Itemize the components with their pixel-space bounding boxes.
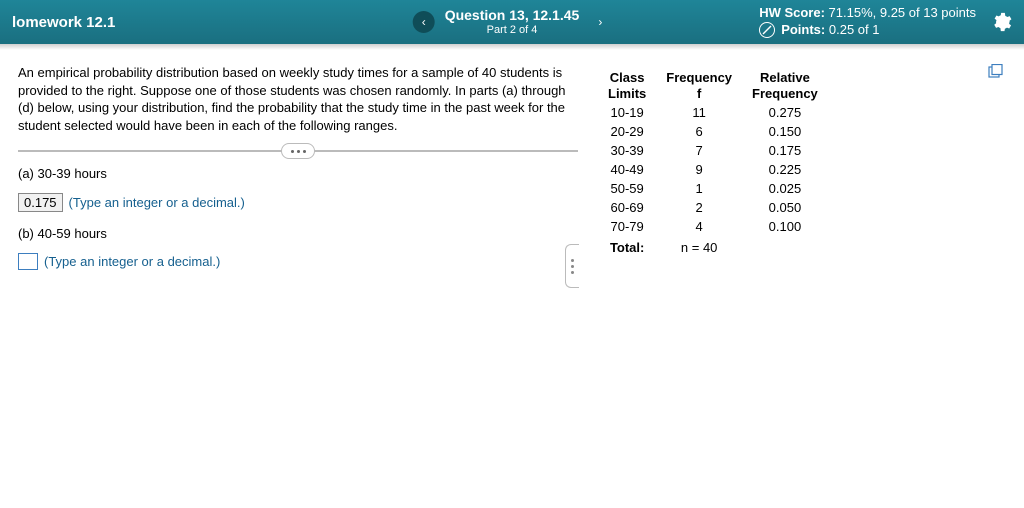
expand-handle[interactable] <box>565 244 579 288</box>
prev-question-button[interactable]: ‹ <box>413 11 435 33</box>
homework-title: lomework 12.1 <box>12 14 115 31</box>
question-header: lomework 12.1 ‹ Question 13, 12.1.45 Par… <box>0 0 1024 44</box>
left-pane: An empirical probability distribution ba… <box>18 64 578 284</box>
next-question-button[interactable]: › <box>589 11 611 33</box>
partial-credit-icon <box>759 22 775 38</box>
table-row: 50-5910.025 <box>598 179 828 198</box>
question-part: Part 2 of 4 <box>445 24 580 37</box>
table-row: 30-3970.175 <box>598 141 828 160</box>
table-row: 10-19110.275 <box>598 103 828 122</box>
hw-score: HW Score: 71.15%, 9.25 of 13 points <box>759 5 976 22</box>
part-a-answer-row: 0.175 (Type an integer or a decimal.) <box>18 193 578 212</box>
question-number: Question 13, 12.1.45 <box>445 7 580 24</box>
part-a-hint: (Type an integer or a decimal.) <box>69 195 245 210</box>
section-divider <box>18 150 578 152</box>
more-options-button[interactable] <box>281 143 315 159</box>
table-row: 20-2960.150 <box>598 122 828 141</box>
table-total-row: Total:n = 40 <box>598 236 828 257</box>
part-a-answer: 0.175 <box>18 193 63 212</box>
table-row: 40-4990.225 <box>598 160 828 179</box>
right-pane: ClassLimits Frequencyf RelativeFrequency… <box>598 64 1006 284</box>
score-block: HW Score: 71.15%, 9.25 of 13 points Poin… <box>759 5 1012 39</box>
table-row: 60-6920.050 <box>598 198 828 217</box>
copy-table-icon[interactable] <box>988 64 1004 78</box>
points-score: Points: 0.25 of 1 <box>759 22 976 39</box>
part-b-answer-row: (Type an integer or a decimal.) <box>18 253 578 270</box>
problem-statement: An empirical probability distribution ba… <box>18 64 578 134</box>
frequency-table: ClassLimits Frequencyf RelativeFrequency… <box>598 68 828 257</box>
th-class-limits: ClassLimits <box>598 68 656 103</box>
th-frequency: Frequencyf <box>656 68 742 103</box>
table-row: 70-7940.100 <box>598 217 828 236</box>
question-nav: ‹ Question 13, 12.1.45 Part 2 of 4 › <box>413 7 612 37</box>
gear-icon[interactable] <box>990 11 1012 33</box>
part-a-label: (a) 30-39 hours <box>18 166 578 181</box>
question-identifier: Question 13, 12.1.45 Part 2 of 4 <box>445 7 580 37</box>
content-area: An empirical probability distribution ba… <box>0 50 1024 294</box>
part-b-label: (b) 40-59 hours <box>18 226 578 241</box>
th-relative-frequency: RelativeFrequency <box>742 68 828 103</box>
part-b-input[interactable] <box>18 253 38 270</box>
part-b-hint: (Type an integer or a decimal.) <box>44 254 220 269</box>
